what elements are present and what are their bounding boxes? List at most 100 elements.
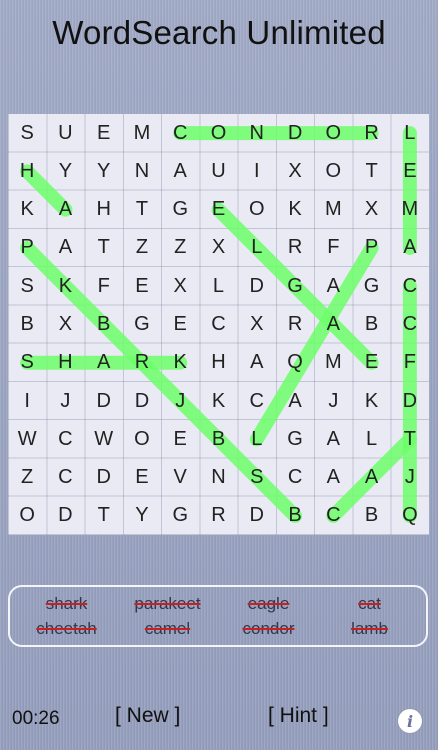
puzzle-grid[interactable]: SUEMCONDORLHYYNAUIXOTEKAHTGEOKMXMPATZZXL… xyxy=(8,114,429,535)
grid-cell[interactable]: T xyxy=(123,191,161,229)
grid-cell[interactable]: Y xyxy=(85,152,123,190)
grid-cell[interactable]: B xyxy=(199,420,237,458)
grid-cell[interactable]: B xyxy=(352,305,390,343)
grid-cell[interactable]: T xyxy=(391,420,429,458)
grid-cell[interactable]: X xyxy=(161,267,199,305)
grid-cell[interactable]: J xyxy=(46,382,84,420)
grid-cell[interactable]: N xyxy=(123,152,161,190)
grid-cell[interactable]: Z xyxy=(123,229,161,267)
grid-cell[interactable]: A xyxy=(314,305,352,343)
grid-cell[interactable]: L xyxy=(238,229,276,267)
grid-cell[interactable]: C xyxy=(238,382,276,420)
grid-cell[interactable]: X xyxy=(199,229,237,267)
letter-grid[interactable]: SUEMCONDORLHYYNAUIXOTEKAHTGEOKMXMPATZZXL… xyxy=(8,114,429,535)
grid-cell[interactable]: H xyxy=(46,344,84,382)
grid-cell[interactable]: X xyxy=(46,305,84,343)
grid-cell[interactable]: L xyxy=(238,420,276,458)
grid-cell[interactable]: N xyxy=(199,458,237,496)
grid-cell[interactable]: K xyxy=(8,191,46,229)
grid-cell[interactable]: J xyxy=(314,382,352,420)
grid-cell[interactable]: K xyxy=(46,267,84,305)
grid-cell[interactable]: S xyxy=(238,458,276,496)
grid-cell[interactable]: Q xyxy=(391,497,429,535)
grid-cell[interactable]: T xyxy=(352,152,390,190)
grid-cell[interactable]: F xyxy=(314,229,352,267)
grid-cell[interactable]: I xyxy=(238,152,276,190)
grid-cell[interactable]: A xyxy=(314,458,352,496)
grid-cell[interactable]: M xyxy=(314,344,352,382)
grid-cell[interactable]: G xyxy=(352,267,390,305)
grid-cell[interactable]: E xyxy=(161,420,199,458)
grid-cell[interactable]: B xyxy=(352,497,390,535)
grid-cell[interactable]: A xyxy=(276,382,314,420)
grid-cell[interactable]: Y xyxy=(46,152,84,190)
grid-cell[interactable]: K xyxy=(161,344,199,382)
grid-cell[interactable]: O xyxy=(123,420,161,458)
grid-cell[interactable]: K xyxy=(276,191,314,229)
grid-cell[interactable]: E xyxy=(123,267,161,305)
grid-cell[interactable]: A xyxy=(161,152,199,190)
grid-cell[interactable]: X xyxy=(276,152,314,190)
grid-cell[interactable]: B xyxy=(276,497,314,535)
grid-cell[interactable]: C xyxy=(161,114,199,152)
grid-cell[interactable]: L xyxy=(199,267,237,305)
grid-cell[interactable]: W xyxy=(8,420,46,458)
grid-cell[interactable]: O xyxy=(314,114,352,152)
grid-cell[interactable]: A xyxy=(314,420,352,458)
grid-cell[interactable]: T xyxy=(85,497,123,535)
grid-cell[interactable]: E xyxy=(199,191,237,229)
grid-cell[interactable]: E xyxy=(391,152,429,190)
grid-cell[interactable]: C xyxy=(199,305,237,343)
grid-cell[interactable]: P xyxy=(8,229,46,267)
grid-cell[interactable]: H xyxy=(85,191,123,229)
grid-cell[interactable]: C xyxy=(314,497,352,535)
grid-cell[interactable]: I xyxy=(8,382,46,420)
grid-cell[interactable]: Z xyxy=(161,229,199,267)
grid-cell[interactable]: W xyxy=(85,420,123,458)
grid-cell[interactable]: C xyxy=(391,267,429,305)
grid-cell[interactable]: E xyxy=(85,114,123,152)
grid-cell[interactable]: J xyxy=(391,458,429,496)
grid-cell[interactable]: A xyxy=(391,229,429,267)
grid-cell[interactable]: O xyxy=(8,497,46,535)
grid-cell[interactable]: Y xyxy=(123,497,161,535)
grid-cell[interactable]: M xyxy=(391,191,429,229)
grid-cell[interactable]: G xyxy=(161,497,199,535)
grid-cell[interactable]: A xyxy=(314,267,352,305)
grid-cell[interactable]: D xyxy=(276,114,314,152)
grid-cell[interactable]: A xyxy=(352,458,390,496)
grid-cell[interactable]: R xyxy=(352,114,390,152)
grid-cell[interactable]: E xyxy=(352,344,390,382)
grid-cell[interactable]: S xyxy=(8,267,46,305)
grid-cell[interactable]: R xyxy=(123,344,161,382)
grid-cell[interactable]: D xyxy=(85,458,123,496)
grid-cell[interactable]: A xyxy=(238,344,276,382)
grid-cell[interactable]: E xyxy=(161,305,199,343)
grid-cell[interactable]: C xyxy=(391,305,429,343)
grid-cell[interactable]: D xyxy=(123,382,161,420)
grid-cell[interactable]: P xyxy=(352,229,390,267)
grid-cell[interactable]: D xyxy=(85,382,123,420)
grid-cell[interactable]: S xyxy=(8,114,46,152)
grid-cell[interactable]: H xyxy=(8,152,46,190)
hint-button[interactable]: [ Hint ] xyxy=(268,704,329,736)
grid-cell[interactable]: T xyxy=(85,229,123,267)
grid-cell[interactable]: C xyxy=(276,458,314,496)
grid-cell[interactable]: G xyxy=(276,267,314,305)
grid-cell[interactable]: C xyxy=(46,458,84,496)
grid-cell[interactable]: X xyxy=(352,191,390,229)
new-game-button[interactable]: [ New ] xyxy=(115,704,180,736)
grid-cell[interactable]: K xyxy=(352,382,390,420)
grid-cell[interactable]: L xyxy=(391,114,429,152)
grid-cell[interactable]: A xyxy=(85,344,123,382)
grid-cell[interactable]: G xyxy=(276,420,314,458)
grid-cell[interactable]: D xyxy=(46,497,84,535)
grid-cell[interactable]: R xyxy=(276,305,314,343)
grid-cell[interactable]: D xyxy=(391,382,429,420)
grid-cell[interactable]: C xyxy=(46,420,84,458)
grid-cell[interactable]: X xyxy=(238,305,276,343)
grid-cell[interactable]: D xyxy=(238,497,276,535)
grid-cell[interactable]: L xyxy=(352,420,390,458)
grid-cell[interactable]: B xyxy=(85,305,123,343)
grid-cell[interactable]: G xyxy=(123,305,161,343)
